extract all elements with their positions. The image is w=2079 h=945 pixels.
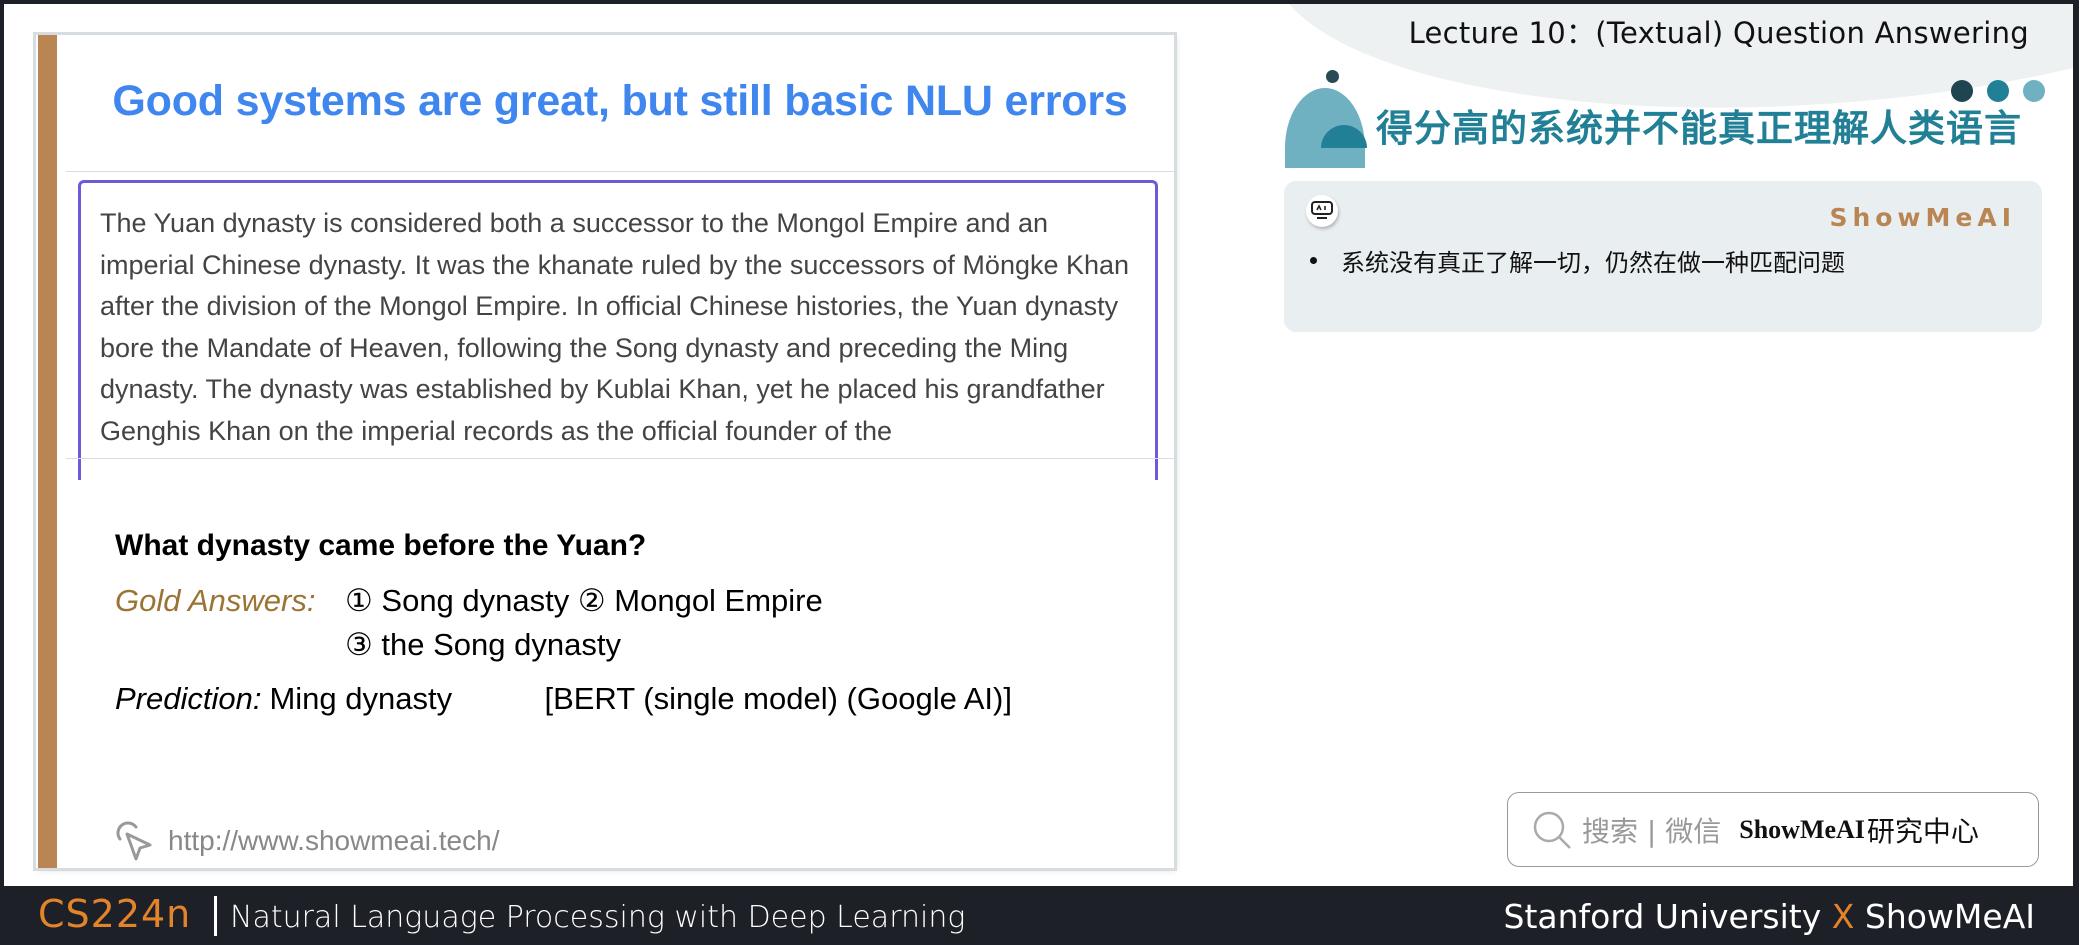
gold-answers-line2: ③ the Song dynasty xyxy=(345,627,621,662)
question-text: What dynasty came before the Yuan? xyxy=(115,529,647,562)
footer-separator xyxy=(214,896,217,936)
gold-answers-label: Gold Answers: xyxy=(115,583,316,618)
slide-canvas: Lecture 10：(Textual) Question Answering … xyxy=(4,4,2073,886)
ai-robot-icon xyxy=(1306,195,1338,227)
passage-text: The Yuan dynasty is considered both a su… xyxy=(100,208,1130,446)
cursor-click-icon xyxy=(116,821,152,861)
slide-title: Good systems are great, but still basic … xyxy=(112,77,1128,125)
partner-right: ShowMeAI xyxy=(1864,897,2035,936)
search-brand-cn: 研究中心 xyxy=(1866,814,1979,848)
partner-x: X xyxy=(1831,897,1855,936)
url-link[interactable]: http://www.showmeai.tech/ xyxy=(114,819,499,863)
course-name: Natural Language Processing with Deep Le… xyxy=(230,900,966,935)
course-code: CS224n xyxy=(38,892,192,936)
prediction-label: Prediction: xyxy=(115,681,262,716)
bullet-dot xyxy=(1310,257,1317,264)
footer-bar: CS224n Natural Language Processing with … xyxy=(0,886,2079,945)
search-icon xyxy=(1533,811,1571,849)
gold-answers-row: Gold Answers: ① Song dynasty ② Mongol Em… xyxy=(115,583,1134,627)
prediction-row: Prediction: Ming dynasty [BERT (single m… xyxy=(115,681,1134,717)
passage-divider xyxy=(66,458,1174,459)
title-divider xyxy=(66,171,1174,172)
model-label: [BERT (single model) (Google AI)] xyxy=(544,681,1012,716)
partner-credit: Stanford University X ShowMeAI xyxy=(1504,897,2035,936)
gold-answers-line1: ① Song dynasty ② Mongol Empire xyxy=(345,583,823,618)
search-brand: ShowMeAI xyxy=(1739,814,1865,844)
prediction-value: Ming dynasty xyxy=(269,681,453,716)
brand-label: ShowMeAI xyxy=(1829,203,2016,232)
info-box: ShowMeAI 系统没有真正了解一切，仍然在做一种匹配问题 xyxy=(1284,181,2042,332)
decor-dot-3 xyxy=(2023,80,2045,102)
partner-left: Stanford University xyxy=(1503,897,1822,936)
bullet-item: 系统没有真正了解一切，仍然在做一种匹配问题 xyxy=(1310,243,1845,278)
passage-box: The Yuan dynasty is considered both a su… xyxy=(78,180,1158,480)
qa-block: What dynasty came before the Yuan? Gold … xyxy=(115,529,1134,717)
bullet-text: 系统没有真正了解一切，仍然在做一种匹配问题 xyxy=(1341,249,1845,277)
decor-dot-small xyxy=(1326,70,1339,83)
slide-accent-bar xyxy=(38,35,57,868)
lecture-title: Lecture 10：(Textual) Question Answering xyxy=(1408,16,2029,50)
chinese-title: 得分高的系统并不能真正理解人类语言 xyxy=(1376,107,2022,150)
url-text[interactable]: http://www.showmeai.tech/ xyxy=(168,825,499,857)
embedded-slide: Good systems are great, but still basic … xyxy=(36,35,1174,868)
search-hint: 搜索 | 微信 xyxy=(1582,814,1722,848)
search-badge[interactable]: 搜索 | 微信 ShowMeAI 研究中心 xyxy=(1507,792,2039,867)
